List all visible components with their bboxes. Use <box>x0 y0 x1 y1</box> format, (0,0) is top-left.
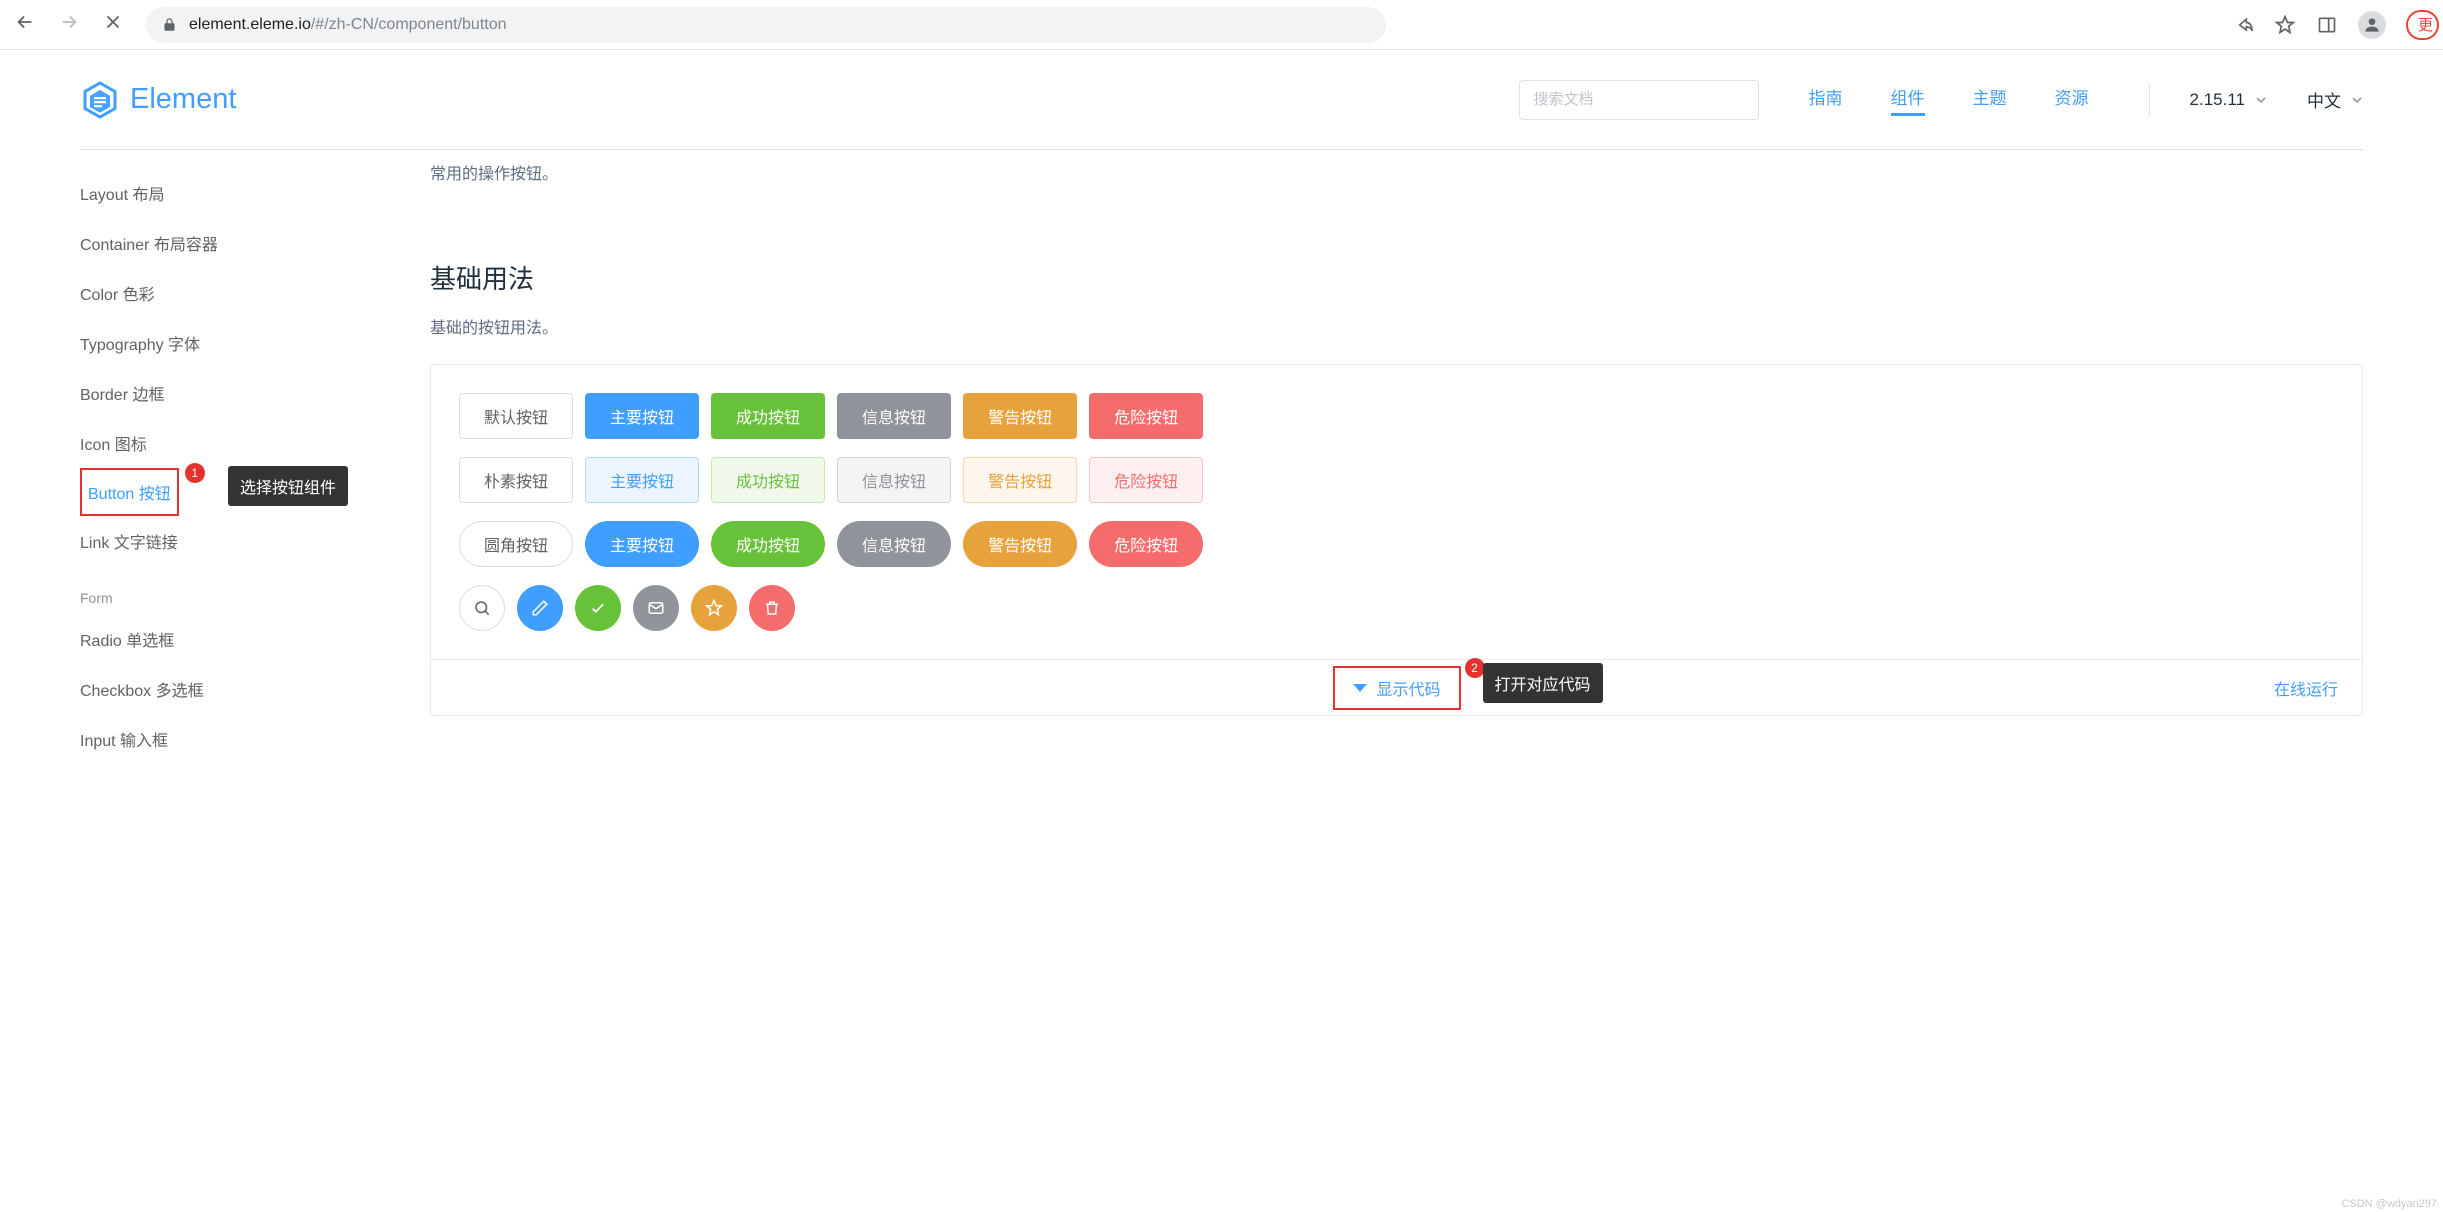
section-title: 基础用法 <box>430 259 2363 296</box>
version-label: 2.15.11 <box>2190 90 2245 110</box>
btn-warning[interactable]: 警告按钮 <box>963 393 1077 439</box>
watermark: CSDN @wdyan297 <box>2341 1198 2437 1210</box>
caret-down-icon <box>1352 684 1366 692</box>
btn-round-primary[interactable]: 主要按钮 <box>585 521 699 567</box>
url-text: element.eleme.io/#/zh-CN/component/butto… <box>189 16 507 34</box>
star-icon <box>705 599 723 617</box>
run-online-link[interactable]: 在线运行 <box>2274 676 2338 700</box>
share-icon[interactable] <box>2232 14 2254 36</box>
demo-block: 默认按钮 主要按钮 成功按钮 信息按钮 警告按钮 危险按钮 朴素按钮 主要按钮 … <box>430 364 2363 716</box>
search-input[interactable] <box>1519 80 1759 120</box>
forward-icon <box>58 11 80 38</box>
demo-content: 默认按钮 主要按钮 成功按钮 信息按钮 警告按钮 危险按钮 朴素按钮 主要按钮 … <box>431 365 2362 659</box>
sidebar-item-link[interactable]: Link 文字链接 <box>80 516 390 566</box>
edit-icon <box>531 599 549 617</box>
language-label: 中文 <box>2307 87 2341 112</box>
sidebar-item-border[interactable]: Border 边框 <box>80 368 390 418</box>
nav-theme[interactable]: 主题 <box>1973 84 2007 116</box>
back-icon[interactable] <box>14 11 36 38</box>
sidebar-item-checkbox[interactable]: Checkbox 多选框 <box>80 664 390 714</box>
btn-plain-warning[interactable]: 警告按钮 <box>963 457 1077 503</box>
btn-plain-success[interactable]: 成功按钮 <box>711 457 825 503</box>
browser-nav <box>14 11 124 38</box>
btn-success[interactable]: 成功按钮 <box>711 393 825 439</box>
btn-round-warning[interactable]: 警告按钮 <box>963 521 1077 567</box>
show-code-button[interactable]: 显示代码 <box>1332 666 1460 710</box>
button-row-plain: 朴素按钮 主要按钮 成功按钮 信息按钮 警告按钮 危险按钮 <box>459 457 2334 503</box>
language-select[interactable]: 中文 <box>2307 87 2363 112</box>
btn-circle-star[interactable] <box>691 585 737 631</box>
nav-resource[interactable]: 资源 <box>2055 84 2089 116</box>
btn-circle-message[interactable] <box>633 585 679 631</box>
btn-round-success[interactable]: 成功按钮 <box>711 521 825 567</box>
sidebar-item-radio[interactable]: Radio 单选框 <box>80 614 390 664</box>
button-row-circle <box>459 585 2334 631</box>
sidebar-item-container[interactable]: Container 布局容器 <box>80 218 390 268</box>
btn-default[interactable]: 默认按钮 <box>459 393 573 439</box>
mail-icon <box>647 599 665 617</box>
stop-icon[interactable] <box>102 11 124 38</box>
profile-icon[interactable] <box>2358 11 2386 39</box>
btn-danger[interactable]: 危险按钮 <box>1089 393 1203 439</box>
button-row-round: 圆角按钮 主要按钮 成功按钮 信息按钮 警告按钮 危险按钮 <box>459 521 2334 567</box>
btn-plain-danger[interactable]: 危险按钮 <box>1089 457 1203 503</box>
star-icon[interactable] <box>2274 14 2296 36</box>
delete-icon <box>763 599 781 617</box>
site-header: Element 指南 组件 主题 资源 2.15.11 中文 <box>80 50 2363 150</box>
btn-circle-search[interactable] <box>459 585 505 631</box>
logo[interactable]: Element <box>80 80 236 120</box>
sidebar: Layout 布局 Container 布局容器 Color 色彩 Typogr… <box>80 150 390 782</box>
sidebar-item-typography[interactable]: Typography 字体 <box>80 318 390 368</box>
nav-guide[interactable]: 指南 <box>1809 84 1843 116</box>
lock-icon <box>162 17 177 32</box>
button-row-solid: 默认按钮 主要按钮 成功按钮 信息按钮 警告按钮 危险按钮 <box>459 393 2334 439</box>
btn-round-default[interactable]: 圆角按钮 <box>459 521 573 567</box>
demo-footer: 显示代码 2 打开对应代码 在线运行 <box>431 659 2362 715</box>
intro-text: 常用的操作按钮。 <box>430 160 2363 184</box>
btn-info[interactable]: 信息按钮 <box>837 393 951 439</box>
nav-component[interactable]: 组件 <box>1891 84 1925 116</box>
btn-plain-info[interactable]: 信息按钮 <box>837 457 951 503</box>
btn-primary[interactable]: 主要按钮 <box>585 393 699 439</box>
chevron-down-icon <box>2351 94 2363 106</box>
sidebar-item-button[interactable]: Button 按钮 <box>80 468 179 516</box>
content: 常用的操作按钮。 基础用法 基础的按钮用法。 默认按钮 主要按钮 成功按钮 信息… <box>390 150 2363 782</box>
check-icon <box>589 599 607 617</box>
btn-circle-check[interactable] <box>575 585 621 631</box>
browser-more-button[interactable]: 更 <box>2406 10 2439 40</box>
annotation-tip-1: 选择按钮组件 <box>228 466 348 506</box>
sidebar-item-input[interactable]: Input 输入框 <box>80 714 390 764</box>
btn-round-danger[interactable]: 危险按钮 <box>1089 521 1203 567</box>
section-desc: 基础的按钮用法。 <box>430 314 2363 338</box>
sidebar-item-icon[interactable]: Icon 图标 <box>80 418 390 468</box>
chevron-down-icon <box>2255 94 2267 106</box>
search-icon <box>473 599 491 617</box>
panel-icon[interactable] <box>2316 14 2338 36</box>
show-code-label: 显示代码 <box>1376 676 1440 700</box>
logo-text: Element <box>130 83 236 116</box>
annotation-tip-2: 打开对应代码 <box>1482 663 1602 703</box>
version-select[interactable]: 2.15.11 <box>2190 90 2267 110</box>
header-nav: 指南 组件 主题 资源 <box>1809 84 2089 116</box>
sidebar-item-layout[interactable]: Layout 布局 <box>80 168 390 218</box>
browser-right-icons: 更 <box>2232 10 2429 40</box>
annotation-badge-1: 1 <box>185 463 205 483</box>
btn-plain-default[interactable]: 朴素按钮 <box>459 457 573 503</box>
btn-circle-delete[interactable] <box>749 585 795 631</box>
btn-circle-edit[interactable] <box>517 585 563 631</box>
divider <box>2149 85 2150 115</box>
btn-plain-primary[interactable]: 主要按钮 <box>585 457 699 503</box>
address-bar[interactable]: element.eleme.io/#/zh-CN/component/butto… <box>146 7 1386 43</box>
browser-toolbar: element.eleme.io/#/zh-CN/component/butto… <box>0 0 2443 50</box>
logo-icon <box>80 80 120 120</box>
btn-round-info[interactable]: 信息按钮 <box>837 521 951 567</box>
sidebar-item-color[interactable]: Color 色彩 <box>80 268 390 318</box>
sidebar-group-form: Form <box>80 566 390 614</box>
